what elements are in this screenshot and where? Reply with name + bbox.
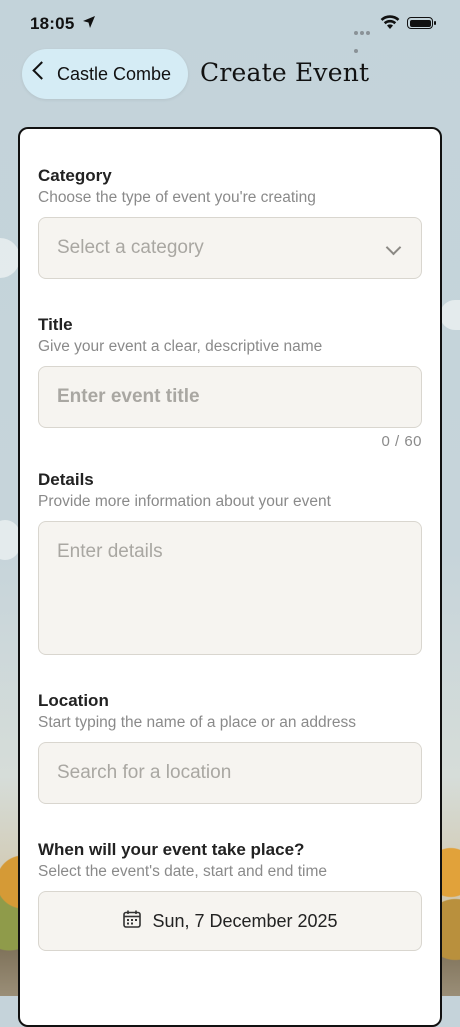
- when-label: When will your event take place?: [38, 840, 305, 859]
- back-button[interactable]: Castle Combe: [22, 49, 188, 99]
- location-section: Location Start typing the name of a plac…: [38, 691, 422, 732]
- selected-date: Sun, 7 December 2025: [152, 910, 338, 931]
- location-arrow-icon: [82, 15, 96, 32]
- chevron-down-icon: [385, 239, 402, 256]
- status-time: 18:05: [30, 14, 75, 33]
- battery-icon: [407, 17, 436, 29]
- category-placeholder: Select a category: [57, 237, 204, 258]
- wifi-icon: [380, 14, 400, 35]
- details-label: Details: [38, 470, 94, 489]
- category-label: Category: [38, 166, 112, 185]
- status-bar: 18:05: [0, 0, 460, 53]
- back-button-label: Castle Combe: [57, 64, 172, 84]
- title-input[interactable]: Enter event title: [38, 366, 422, 428]
- when-hint: Select the event's date, start and end t…: [38, 863, 328, 880]
- page-title: Create Event: [200, 58, 370, 87]
- title-placeholder: Enter event title: [57, 386, 200, 407]
- location-placeholder: Search for a location: [57, 762, 232, 783]
- details-placeholder: Enter details: [57, 541, 163, 562]
- signal-icon: [354, 22, 376, 53]
- title-hint: Give your event a clear, descriptive nam…: [38, 338, 323, 355]
- details-section: Details Provide more information about y…: [38, 470, 422, 511]
- location-label: Location: [38, 691, 109, 710]
- details-textarea[interactable]: Enter details: [38, 521, 422, 655]
- location-hint: Start typing the name of a place or an a…: [38, 714, 356, 731]
- category-hint: Choose the type of event you're creating: [38, 189, 316, 206]
- chevron-left-icon: [32, 61, 51, 80]
- calendar-icon: [122, 909, 142, 934]
- location-search-input[interactable]: Search for a location: [38, 742, 422, 804]
- title-section: Title Give your event a clear, descripti…: [38, 315, 422, 356]
- create-event-form: Category Choose the type of event you're…: [18, 127, 442, 1027]
- details-hint: Provide more information about your even…: [38, 493, 331, 510]
- category-section: Category Choose the type of event you're…: [38, 166, 422, 207]
- category-select[interactable]: Select a category: [38, 217, 422, 279]
- title-label: Title: [38, 315, 73, 334]
- title-char-counter: 0 / 60: [381, 433, 422, 450]
- date-picker-button[interactable]: Sun, 7 December 2025: [38, 891, 422, 951]
- when-section: When will your event take place? Select …: [38, 840, 422, 881]
